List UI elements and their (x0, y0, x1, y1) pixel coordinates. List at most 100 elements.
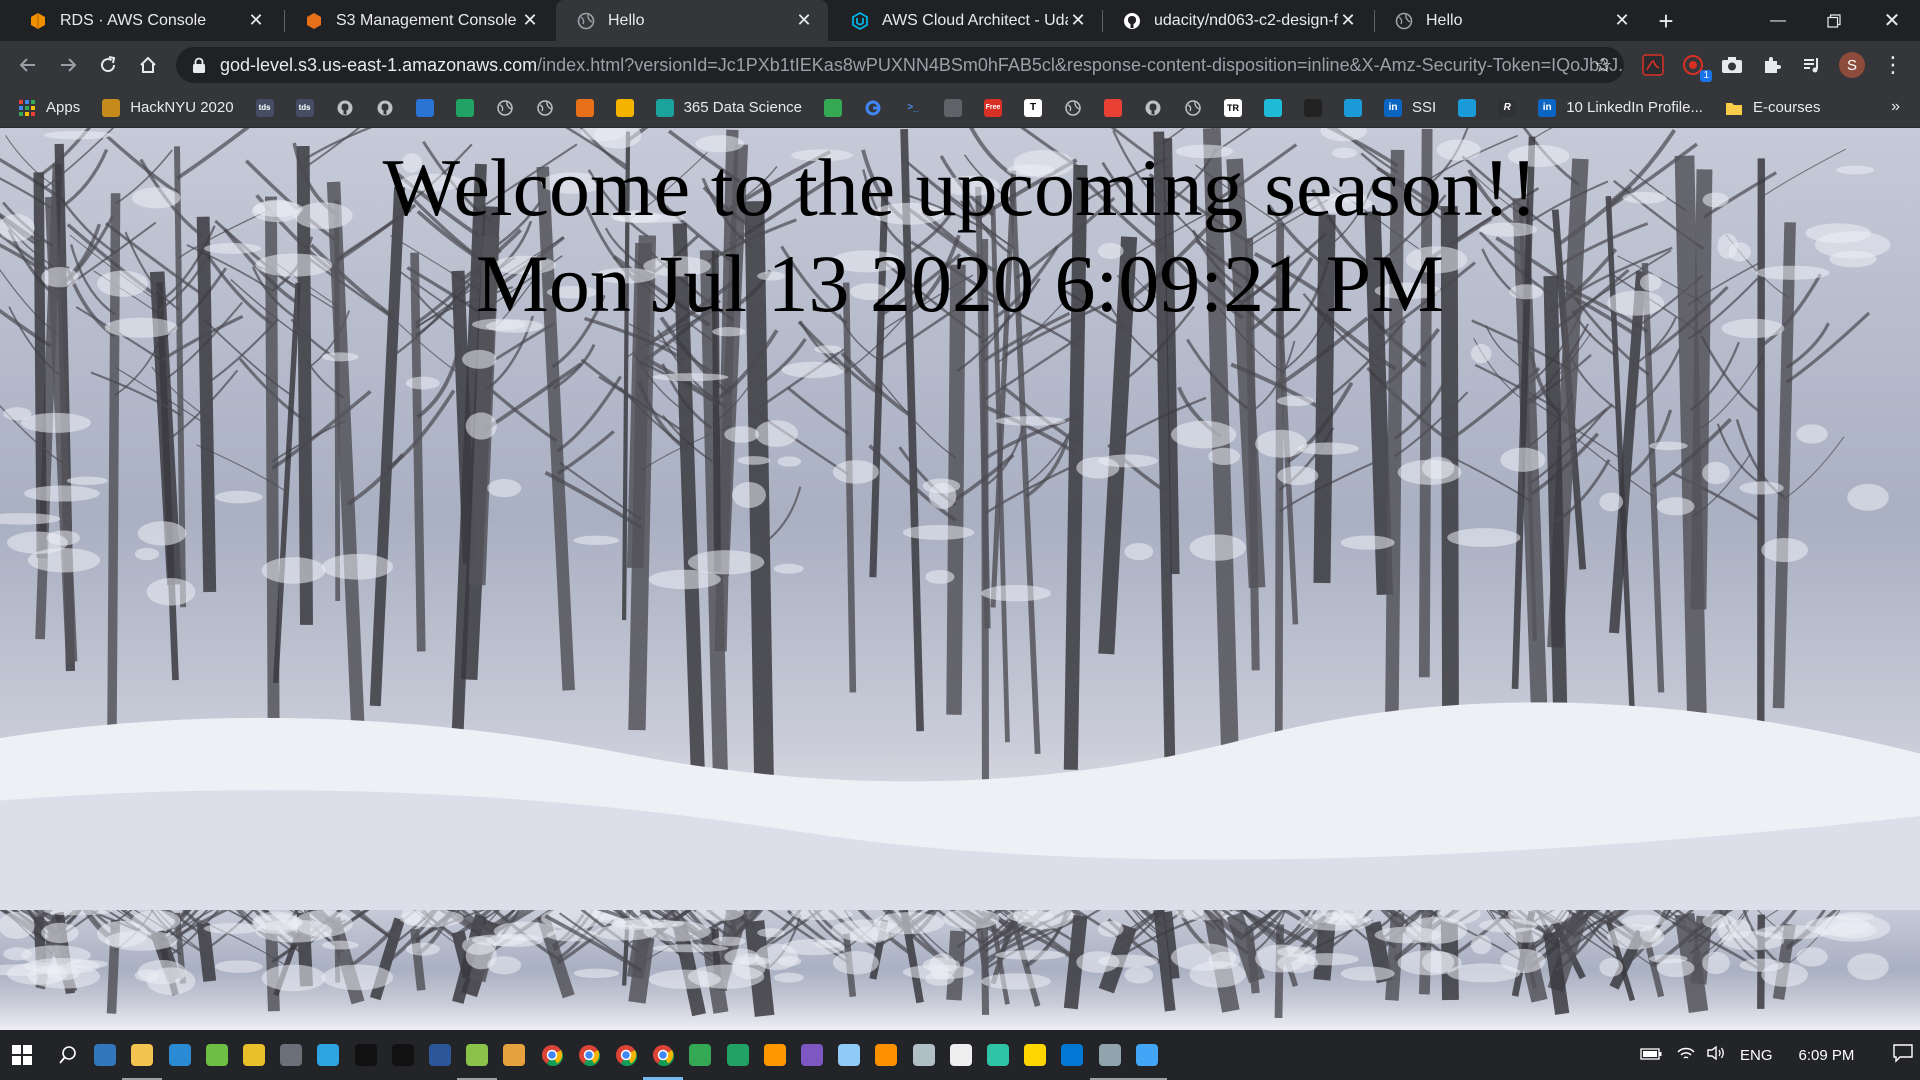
mail-icon[interactable] (164, 1039, 196, 1071)
app-icon[interactable] (908, 1039, 940, 1071)
bookmark-item[interactable] (1104, 98, 1123, 117)
bookmark-star-icon[interactable]: ☆ (1594, 53, 1612, 78)
bookmark-item[interactable]: tds (295, 98, 314, 117)
chrome-icon[interactable] (647, 1039, 679, 1071)
bookmark-item[interactable]: in 10 LinkedIn Profile... (1538, 98, 1703, 117)
volume-icon[interactable] (1706, 1045, 1726, 1065)
tab-hello[interactable]: Hello ✕ (1374, 0, 1646, 41)
bookmark-item[interactable]: HackNYU 2020 (102, 98, 234, 117)
bookmark-item[interactable]: in SSI (1384, 98, 1436, 117)
extension-with-badge-icon[interactable]: 1 (1680, 52, 1712, 82)
chrome-icon[interactable] (536, 1039, 568, 1071)
bookmark-item[interactable] (1064, 99, 1082, 117)
profile-avatar[interactable]: S (1839, 52, 1865, 78)
edge-icon[interactable] (89, 1039, 121, 1071)
bookmark-item[interactable] (575, 98, 594, 117)
close-icon[interactable]: ✕ (794, 10, 814, 31)
chrome-icon[interactable] (573, 1039, 605, 1071)
bookmark-item[interactable] (944, 98, 963, 117)
word-icon[interactable] (424, 1039, 456, 1071)
reload-button[interactable] (92, 49, 124, 81)
bookmark-item[interactable] (1344, 98, 1363, 117)
chrome-icon[interactable] (610, 1039, 642, 1071)
bookmark-item[interactable]: E-courses (1725, 99, 1821, 117)
tab-github[interactable]: udacity/nd063-c2-design-for ✕ (1102, 0, 1372, 41)
app-icon[interactable] (722, 1039, 754, 1071)
close-icon[interactable]: ✕ (1068, 10, 1088, 31)
sublime-icon[interactable] (759, 1039, 791, 1071)
app-icon[interactable] (684, 1039, 716, 1071)
language-indicator[interactable]: ENG (1740, 1047, 1773, 1064)
code-icon[interactable] (945, 1039, 977, 1071)
notepad-icon[interactable] (461, 1039, 493, 1071)
bookmark-item[interactable]: T (1024, 98, 1043, 117)
new-tab-button[interactable]: + (1652, 7, 1680, 35)
app-icon[interactable] (796, 1039, 828, 1071)
bookmark-item[interactable] (1264, 98, 1283, 117)
close-icon[interactable]: ✕ (1612, 10, 1632, 31)
bookmark-item[interactable]: 365 Data Science (655, 98, 802, 117)
app-icon[interactable] (238, 1039, 270, 1071)
bookmark-item[interactable] (496, 99, 514, 117)
bookmark-item[interactable] (1184, 99, 1202, 117)
app-icon[interactable] (275, 1039, 307, 1071)
bookmark-item[interactable]: Free (984, 98, 1003, 117)
acrobat-extension-icon[interactable] (1640, 52, 1666, 78)
bookmark-item[interactable] (376, 99, 394, 117)
puzzle-extensions-icon[interactable] (1759, 52, 1785, 78)
close-icon[interactable]: ✕ (246, 10, 266, 31)
telegram-icon[interactable] (312, 1039, 344, 1071)
bookmark-item[interactable] (1304, 98, 1323, 117)
windows-start-icon[interactable] (6, 1039, 38, 1071)
bookmark-item[interactable] (415, 98, 434, 117)
bookmark-item[interactable] (455, 98, 474, 117)
url-host: god-level.s3.us-east-1.amazonaws.com (220, 54, 538, 75)
minimize-icon[interactable]: — (1750, 0, 1806, 41)
bookmark-item[interactable] (615, 98, 634, 117)
app-icon[interactable] (201, 1039, 233, 1071)
menu-kebab-icon[interactable]: ⋮ (1880, 52, 1906, 78)
bookmark-item[interactable]: >_ (904, 99, 922, 117)
tab-udacity[interactable]: AWS Cloud Architect - Udaci ✕ (830, 0, 1102, 41)
media-control-icon[interactable] (1799, 52, 1825, 78)
app-icon[interactable] (982, 1039, 1014, 1071)
bookmark-item[interactable] (336, 99, 354, 117)
back-button[interactable] (12, 49, 44, 81)
home-button[interactable] (132, 49, 164, 81)
git-icon[interactable] (498, 1039, 530, 1071)
battery-icon[interactable] (1640, 1047, 1662, 1064)
tab-rds[interactable]: RDS · AWS Console ✕ (8, 0, 280, 41)
bookmark-item[interactable] (824, 98, 843, 117)
vscode-icon[interactable] (1056, 1039, 1088, 1071)
tab-s3[interactable]: S3 Management Console ✕ (284, 0, 554, 41)
terminal-icon[interactable] (350, 1039, 382, 1071)
app-icon[interactable] (1094, 1039, 1126, 1071)
bookmark-item[interactable] (536, 99, 554, 117)
bookmark-item[interactable] (1144, 99, 1162, 117)
wifi-icon[interactable] (1676, 1045, 1696, 1065)
clock[interactable]: 6:09 PM (1799, 1047, 1855, 1064)
forward-button[interactable] (52, 49, 84, 81)
camera-extension-icon[interactable] (1719, 52, 1745, 78)
bookmark-item[interactable] (1458, 98, 1477, 117)
file-explorer-icon[interactable] (126, 1039, 158, 1071)
app-icon[interactable] (1131, 1039, 1163, 1071)
bookmark-item[interactable] (864, 99, 882, 117)
tab-hello-active[interactable]: Hello ✕ (556, 0, 828, 41)
bookmark-item[interactable]: Apps (18, 99, 80, 117)
app-icon[interactable] (833, 1039, 865, 1071)
app-icon[interactable] (870, 1039, 902, 1071)
bookmark-item[interactable]: tds (255, 98, 274, 117)
address-bar[interactable]: god-level.s3.us-east-1.amazonaws.com/ind… (176, 47, 1624, 83)
bookmark-item[interactable]: R (1498, 98, 1517, 117)
close-window-icon[interactable]: ✕ (1864, 0, 1920, 41)
sticky-notes-icon[interactable] (1019, 1039, 1051, 1071)
search-icon[interactable] (52, 1039, 84, 1071)
more-bookmarks-icon[interactable]: » (1891, 98, 1900, 116)
close-icon[interactable]: ✕ (520, 10, 540, 31)
restore-icon[interactable] (1806, 0, 1862, 41)
close-icon[interactable]: ✕ (1338, 10, 1358, 31)
bookmark-item[interactable]: TR (1224, 98, 1243, 117)
notifications-icon[interactable] (1892, 1043, 1914, 1067)
terminal-icon[interactable] (387, 1039, 419, 1071)
